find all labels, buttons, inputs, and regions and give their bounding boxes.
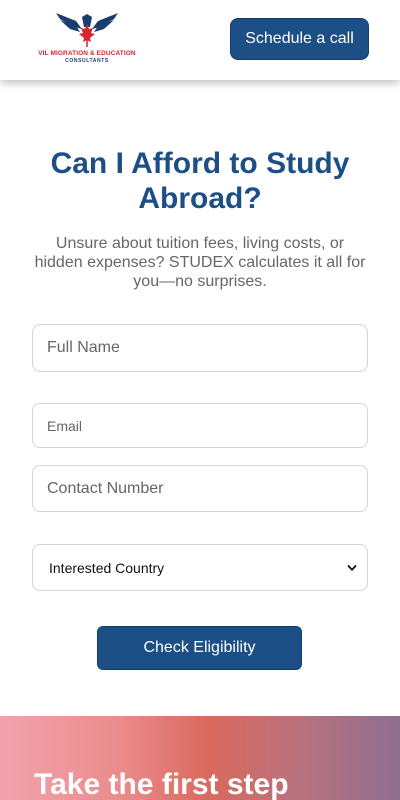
email-input[interactable]: Email <box>32 403 368 448</box>
logo-text-secondary: CONSULTANTS <box>65 58 109 64</box>
page-title: Can I Afford to Study Abroad? <box>50 147 350 215</box>
eagle-maple-leaf-icon <box>56 13 118 47</box>
site-header: VIL MIGRATION & EDUCATION CONSULTANTS Sc… <box>0 0 400 80</box>
company-logo[interactable]: VIL MIGRATION & EDUCATION CONSULTANTS <box>32 9 142 65</box>
chevron-down-icon <box>347 564 357 571</box>
check-eligibility-button[interactable]: Check Eligibility <box>97 626 302 670</box>
logo-text-primary: VIL MIGRATION & EDUCATION <box>38 50 136 57</box>
country-select[interactable]: Interested Country <box>32 544 368 591</box>
page-subtitle: Unsure about tuition fees, living costs,… <box>34 235 366 290</box>
schedule-call-button[interactable]: Schedule a call <box>230 18 369 60</box>
country-select-value: Interested Country <box>49 559 165 576</box>
banner-title: Take the first step <box>34 768 289 800</box>
contact-number-input[interactable]: Contact Number <box>32 465 368 512</box>
full-name-input[interactable]: Full Name <box>32 324 368 372</box>
cta-banner: Take the first step <box>0 716 400 800</box>
